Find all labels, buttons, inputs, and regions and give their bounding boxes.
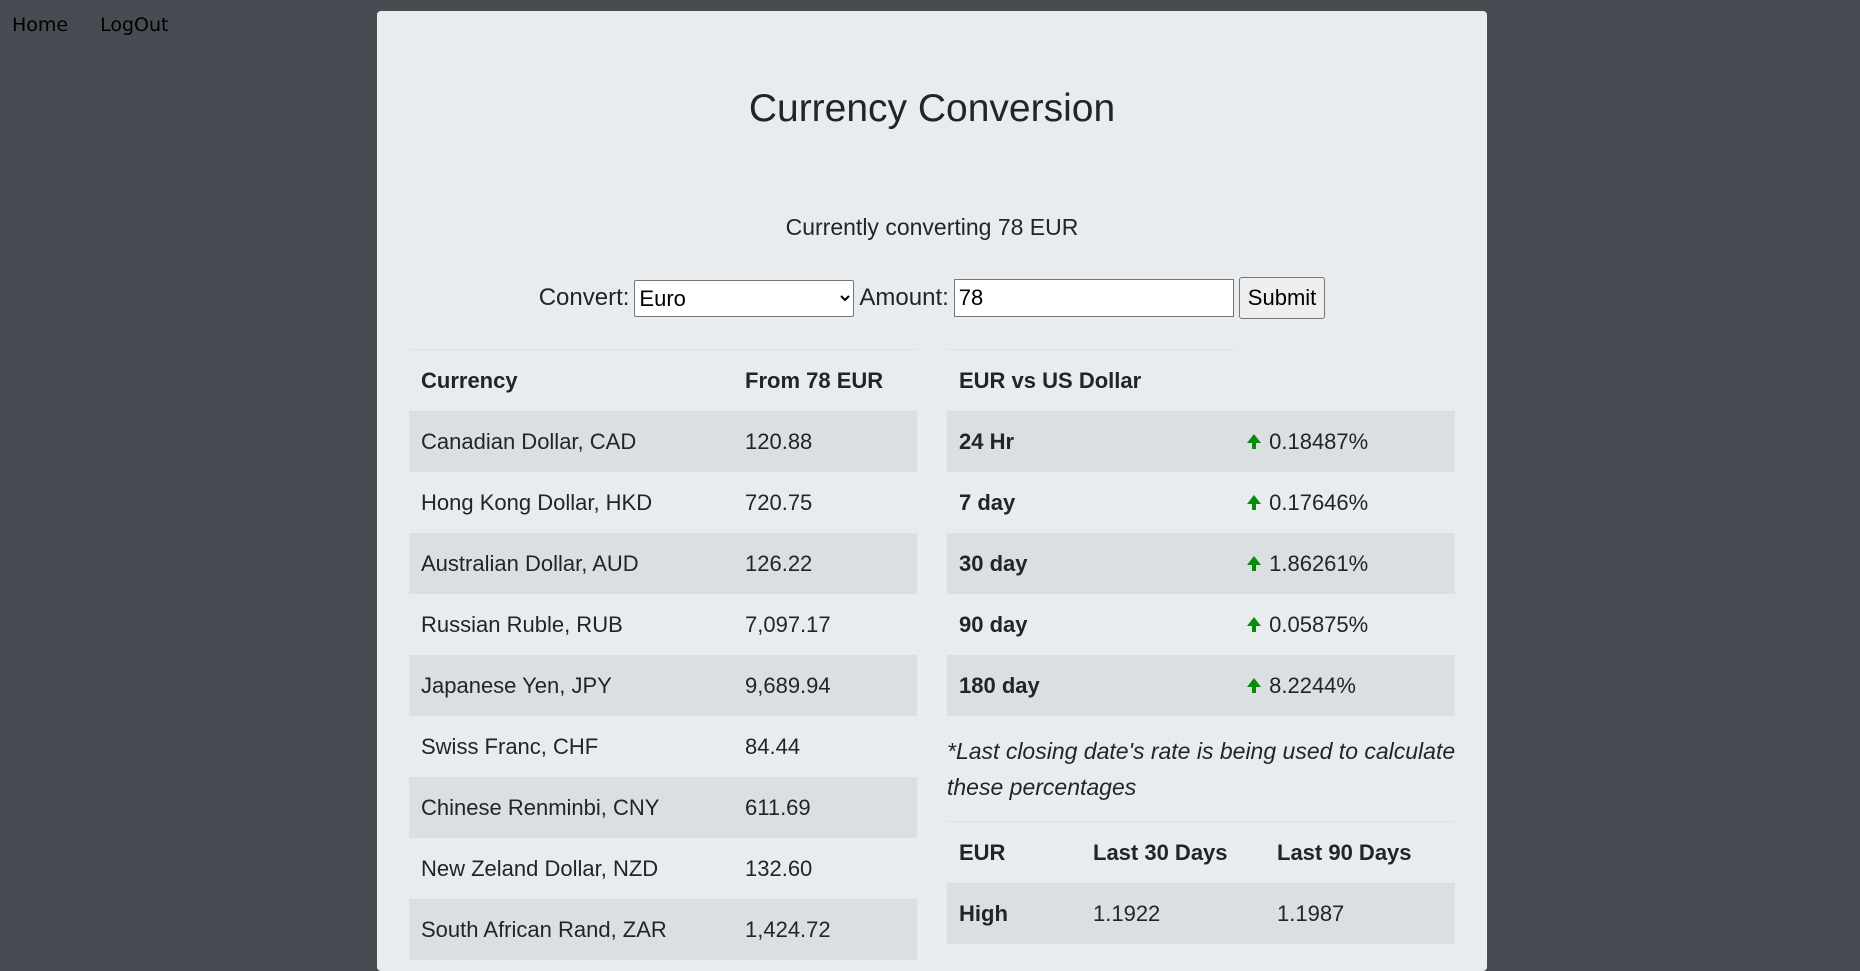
rate-table-header-blank	[1235, 350, 1455, 412]
logout-link[interactable]: LogOut	[100, 14, 168, 36]
table-row: 7 day 0.17646%	[947, 472, 1455, 533]
arrow-up-icon	[1247, 433, 1261, 449]
table-row: High 1.1922 1.1987	[947, 883, 1455, 944]
currency-name: South African Rand, ZAR	[409, 899, 733, 960]
table-row: 180 day 8.2244%	[947, 655, 1455, 716]
last-30-days-value: 1.1922	[1081, 883, 1265, 944]
change-value: 8.2244%	[1269, 672, 1356, 698]
convert-label: Convert:	[538, 284, 630, 311]
last-30-days-header: Last 30 Days	[1093, 839, 1228, 865]
converted-value: 611.69	[733, 777, 917, 838]
conversion-form: Convert: Euro Amount: Submit	[377, 277, 1487, 319]
history-table-header: EUR Last 30 Days Last 90 Days	[947, 822, 1455, 884]
converted-value: 120.88	[733, 411, 917, 472]
top-nav: Home LogOut	[12, 14, 169, 36]
currency-name: Russian Ruble, RUB	[421, 611, 623, 637]
period-label: 7 day	[959, 489, 1016, 515]
table-row: 30 day 1.86261%	[947, 533, 1455, 594]
currency-name: New Zeland Dollar, NZD	[421, 855, 659, 881]
table-row: South African Rand, ZAR 1,424.72	[409, 899, 917, 960]
arrow-up-icon	[1247, 616, 1261, 632]
currency-select[interactable]: Euro	[634, 279, 855, 317]
rate-change-table: EUR vs US Dollar 24 Hr 0.18487% 7 day 0.…	[947, 349, 1455, 716]
period-label: 24 Hr	[947, 411, 1235, 472]
rate-table-title: EUR vs US Dollar	[947, 349, 1235, 411]
amount-label: Amount:	[859, 284, 949, 311]
table-row: New Zeland Dollar, NZD 132.60	[409, 838, 917, 899]
amount-column-header: From 78 EUR	[745, 367, 884, 393]
table-row: 90 day 0.05875%	[947, 594, 1455, 655]
history-table: EUR Last 30 Days Last 90 Days High 1.192…	[947, 821, 1455, 944]
period-label: 90 day	[959, 611, 1028, 637]
rate-change: 0.05875%	[1235, 594, 1455, 655]
rate-change: 0.18487%	[1235, 411, 1455, 472]
table-row: Canadian Dollar, CAD 120.88	[409, 411, 917, 472]
converting-status: Currently converting 78 EUR	[785, 214, 1079, 240]
converted-value: 1,424.72	[733, 899, 917, 960]
table-row: Swiss Franc, CHF 84.44	[409, 716, 917, 777]
conversion-table-header: Currency From 78 EUR	[409, 350, 917, 412]
period-label: 180 day	[947, 655, 1235, 716]
arrow-up-icon	[1247, 494, 1261, 510]
rate-change: 1.86261%	[1235, 533, 1455, 594]
currency-name: Canadian Dollar, CAD	[409, 411, 733, 472]
conversion-card: Currency Conversion Currently converting…	[377, 11, 1487, 971]
history-currency-header: EUR	[959, 839, 1006, 865]
conversion-table: Currency From 78 EUR Canadian Dollar, CA…	[409, 349, 917, 960]
amount-input[interactable]	[953, 279, 1234, 317]
currency-name: Chinese Renminbi, CNY	[409, 777, 733, 838]
currency-name: Swiss Franc, CHF	[421, 733, 599, 759]
page-title: Currency Conversion	[748, 87, 1116, 130]
last-90-days-header: Last 90 Days	[1277, 839, 1412, 865]
converted-value: 84.44	[745, 733, 801, 759]
converted-value: 9,689.94	[733, 655, 917, 716]
submit-button[interactable]: Submit	[1238, 277, 1326, 319]
change-value: 0.17646%	[1269, 489, 1369, 515]
table-row: Japanese Yen, JPY 9,689.94	[409, 655, 917, 716]
currency-name: Hong Kong Dollar, HKD	[421, 489, 653, 515]
home-link[interactable]: Home	[12, 14, 68, 36]
last-90-days-value: 1.1987	[1265, 883, 1455, 944]
history-row-label: High	[947, 883, 1081, 944]
change-value: 0.05875%	[1269, 611, 1369, 637]
table-row: Russian Ruble, RUB 7,097.17	[409, 594, 917, 655]
table-row: Chinese Renminbi, CNY 611.69	[409, 777, 917, 838]
rate-table-header: EUR vs US Dollar	[947, 349, 1455, 412]
change-value: 0.18487%	[1269, 428, 1369, 454]
currency-name: Japanese Yen, JPY	[409, 655, 733, 716]
currency-column-header: Currency	[421, 367, 518, 393]
rate-change: 0.17646%	[1235, 472, 1455, 533]
rate-change: 8.2244%	[1235, 655, 1455, 716]
table-row: 24 Hr 0.18487%	[947, 411, 1455, 472]
converted-value: 132.60	[745, 855, 813, 881]
converted-value: 126.22	[733, 533, 917, 594]
percentage-note: *Last closing date's rate is being used …	[947, 738, 1456, 800]
arrow-up-icon	[1247, 555, 1261, 571]
period-label: 30 day	[947, 533, 1235, 594]
table-row: Hong Kong Dollar, HKD 720.75	[409, 472, 917, 533]
converted-value: 720.75	[745, 489, 813, 515]
change-value: 1.86261%	[1269, 550, 1369, 576]
arrow-up-icon	[1247, 677, 1261, 693]
converted-value: 7,097.17	[745, 611, 831, 637]
table-row: Australian Dollar, AUD 126.22	[409, 533, 917, 594]
currency-name: Australian Dollar, AUD	[409, 533, 733, 594]
